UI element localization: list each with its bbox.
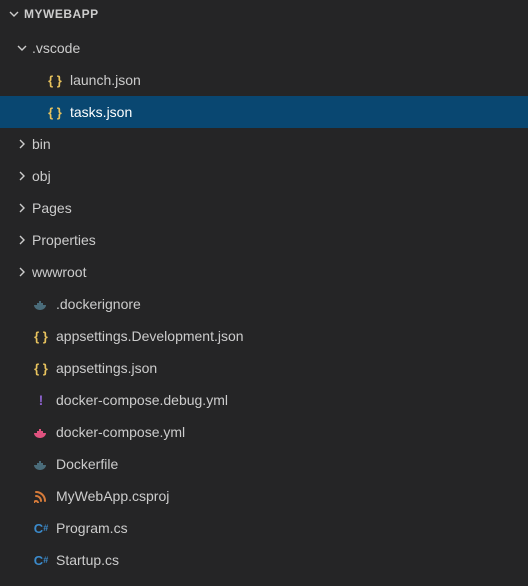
twist-spacer	[14, 488, 30, 504]
chevron-right-icon	[14, 264, 30, 280]
twist-spacer	[14, 328, 30, 344]
twist-spacer	[14, 296, 30, 312]
folder-properties[interactable]: Properties	[0, 224, 528, 256]
twist-spacer	[14, 360, 30, 376]
twist-spacer	[28, 104, 44, 120]
folder-label: Pages	[32, 200, 72, 216]
twist-spacer	[14, 456, 30, 472]
chevron-right-icon	[14, 232, 30, 248]
json-icon: { }	[32, 360, 50, 376]
chevron-right-icon	[14, 200, 30, 216]
folder-label: wwwroot	[32, 264, 86, 280]
json-icon: { }	[46, 72, 64, 88]
twist-spacer	[28, 72, 44, 88]
file-label: .dockerignore	[56, 296, 141, 312]
file-tree: .vscode { } launch.json { } tasks.json b…	[0, 28, 528, 576]
chevron-down-icon	[6, 6, 22, 22]
file-label: Dockerfile	[56, 456, 118, 472]
docker-icon	[32, 424, 50, 440]
docker-icon	[32, 456, 50, 472]
folder-vscode[interactable]: .vscode	[0, 32, 528, 64]
twist-spacer	[14, 520, 30, 536]
file-startup-cs[interactable]: C# Startup.cs	[0, 544, 528, 576]
json-icon: { }	[46, 104, 64, 120]
twist-spacer	[14, 392, 30, 408]
file-label: MyWebApp.csproj	[56, 488, 169, 504]
json-icon: { }	[32, 328, 50, 344]
chevron-right-icon	[14, 136, 30, 152]
folder-label: .vscode	[32, 40, 80, 56]
file-label: launch.json	[70, 72, 141, 88]
folder-label: bin	[32, 136, 51, 152]
file-compose[interactable]: docker-compose.yml	[0, 416, 528, 448]
twist-spacer	[14, 552, 30, 568]
yaml-icon: !	[32, 392, 50, 408]
file-label: Startup.cs	[56, 552, 119, 568]
chevron-right-icon	[14, 168, 30, 184]
folder-obj[interactable]: obj	[0, 160, 528, 192]
file-label: appsettings.json	[56, 360, 157, 376]
folder-label: obj	[32, 168, 51, 184]
file-dockerignore[interactable]: .dockerignore	[0, 288, 528, 320]
file-label: docker-compose.yml	[56, 424, 185, 440]
docker-icon	[32, 296, 50, 312]
csharp-icon: C#	[32, 552, 50, 568]
folder-pages[interactable]: Pages	[0, 192, 528, 224]
file-launch-json[interactable]: { } launch.json	[0, 64, 528, 96]
file-compose-debug[interactable]: ! docker-compose.debug.yml	[0, 384, 528, 416]
file-dockerfile[interactable]: Dockerfile	[0, 448, 528, 480]
file-label: Program.cs	[56, 520, 128, 536]
file-label: tasks.json	[70, 104, 132, 120]
file-appsettings-dev[interactable]: { } appsettings.Development.json	[0, 320, 528, 352]
file-label: docker-compose.debug.yml	[56, 392, 228, 408]
csharp-icon: C#	[32, 520, 50, 536]
xml-icon	[32, 488, 50, 504]
chevron-down-icon	[14, 40, 30, 56]
twist-spacer	[14, 424, 30, 440]
folder-wwwroot[interactable]: wwwroot	[0, 256, 528, 288]
workspace-title: MYWEBAPP	[24, 7, 99, 21]
file-csproj[interactable]: MyWebApp.csproj	[0, 480, 528, 512]
folder-bin[interactable]: bin	[0, 128, 528, 160]
file-program-cs[interactable]: C# Program.cs	[0, 512, 528, 544]
explorer-panel-header[interactable]: MYWEBAPP	[0, 0, 528, 28]
file-tasks-json[interactable]: { } tasks.json	[0, 96, 528, 128]
file-appsettings[interactable]: { } appsettings.json	[0, 352, 528, 384]
file-label: appsettings.Development.json	[56, 328, 244, 344]
folder-label: Properties	[32, 232, 96, 248]
